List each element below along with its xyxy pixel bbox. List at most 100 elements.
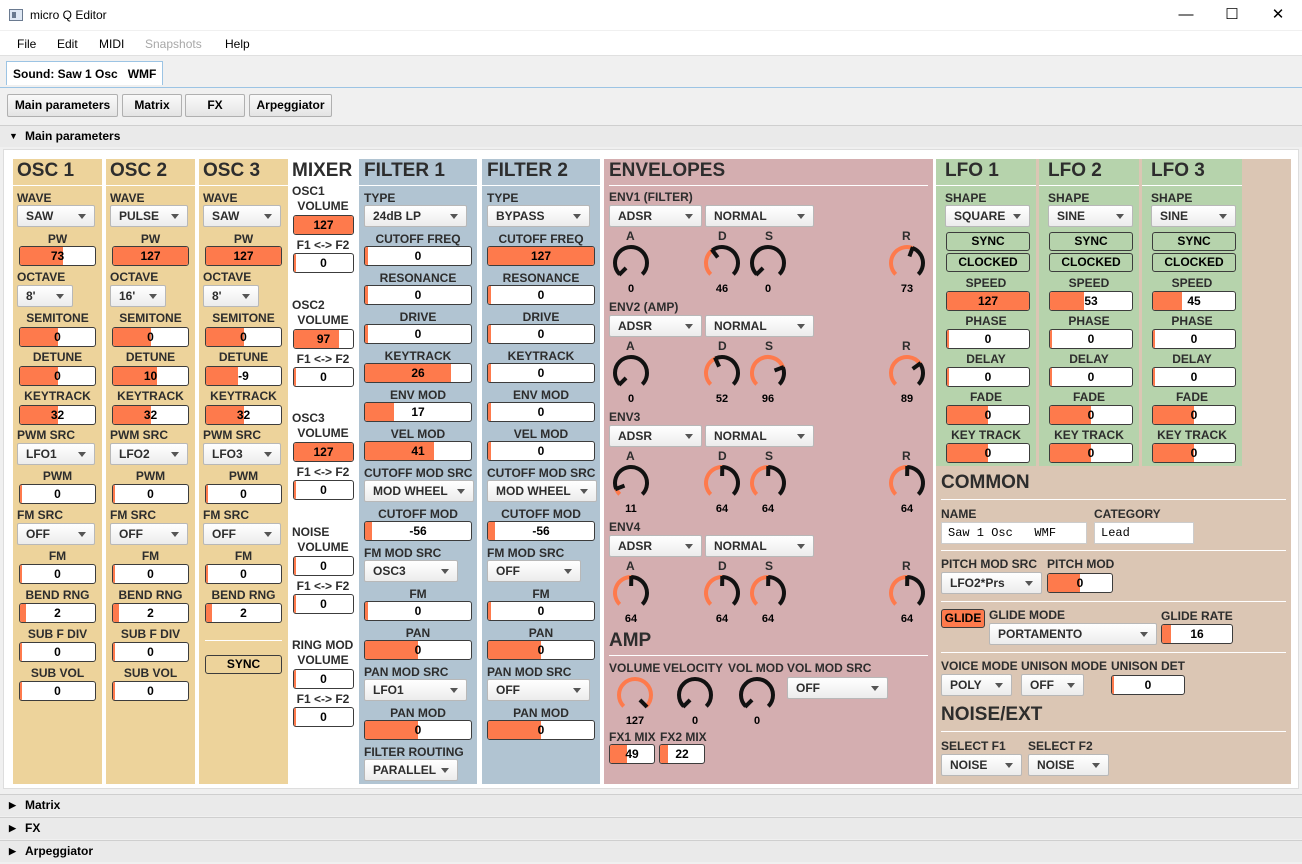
filter-cutoff-mod-src-select[interactable]: MOD WHEEL (487, 480, 597, 502)
mixer-f1-f2-field[interactable]: 0 (293, 594, 354, 614)
lfo-phase-field[interactable]: 0 (1049, 329, 1133, 349)
osc-wave-select[interactable]: SAW (17, 205, 95, 227)
glide-rate-field[interactable]: 16 (1161, 624, 1233, 644)
osc-octave-select[interactable]: 8' (17, 285, 73, 307)
unison-detune-field[interactable]: 0 (1111, 675, 1185, 695)
filter-cutoff-mod-src-select[interactable]: MOD WHEEL (364, 480, 474, 502)
env-trigger-select[interactable]: NORMAL (705, 315, 814, 337)
filter-pan-mod-src-select[interactable]: LFO1 (364, 679, 467, 701)
filter-fm-field[interactable]: 0 (364, 601, 472, 621)
osc-bend-range-field[interactable]: 2 (19, 603, 96, 623)
env-sustain-knob[interactable] (748, 353, 788, 393)
arpeggiator-button[interactable]: Arpeggiator (249, 94, 332, 117)
osc-fm-field[interactable]: 0 (205, 564, 282, 584)
filter-pan-mod-field[interactable]: 0 (487, 720, 595, 740)
osc-fm-field[interactable]: 0 (19, 564, 96, 584)
osc-keytrack-field[interactable]: 32 (205, 405, 282, 425)
lfo-fade-field[interactable]: 0 (1049, 405, 1133, 425)
osc-pw-field[interactable]: 127 (205, 246, 282, 266)
mixer-f1-f2-field[interactable]: 0 (293, 253, 354, 273)
osc-wave-select[interactable]: SAW (203, 205, 281, 227)
lfo-speed-field[interactable]: 53 (1049, 291, 1133, 311)
env-attack-knob[interactable] (611, 463, 651, 503)
env-mode-select[interactable]: ADSR (609, 205, 702, 227)
env-release-knob[interactable] (887, 243, 927, 283)
patch-name-input[interactable]: Saw 1 Osc WMF (941, 522, 1087, 544)
env-sustain-knob[interactable] (748, 463, 788, 503)
mixer-f1-f2-field[interactable]: 0 (293, 367, 354, 387)
fx-button[interactable]: FX (185, 94, 245, 117)
env-release-knob[interactable] (887, 463, 927, 503)
env-attack-knob[interactable] (611, 353, 651, 393)
mixer-volume-field[interactable]: 127 (293, 215, 354, 235)
env-sustain-knob[interactable] (748, 243, 788, 283)
filter-pan-mod-src-select[interactable]: OFF (487, 679, 590, 701)
env-decay-knob[interactable] (702, 353, 742, 393)
section-arpeggiator[interactable]: ▶ Arpeggiator (0, 840, 1302, 862)
lfo-delay-field[interactable]: 0 (946, 367, 1030, 387)
osc-fm-field[interactable]: 0 (112, 564, 189, 584)
filter-resonance-field[interactable]: 0 (364, 285, 472, 305)
voice-mode-select[interactable]: POLY (941, 674, 1012, 696)
env-trigger-select[interactable]: NORMAL (705, 425, 814, 447)
osc-pwm-src-select[interactable]: LFO1 (17, 443, 95, 465)
mixer-volume-field[interactable]: 97 (293, 329, 354, 349)
filter-cutoff-field[interactable]: 127 (487, 246, 595, 266)
env-mode-select[interactable]: ADSR (609, 535, 702, 557)
osc-detune-field[interactable]: 10 (112, 366, 189, 386)
osc-pw-field[interactable]: 127 (112, 246, 189, 266)
filter-fm-mod-src-select[interactable]: OFF (487, 560, 581, 582)
section-matrix[interactable]: ▶ Matrix (0, 794, 1302, 816)
osc-detune-field[interactable]: -9 (205, 366, 282, 386)
mixer-volume-field[interactable]: 127 (293, 442, 354, 462)
osc-semitone-field[interactable]: 0 (112, 327, 189, 347)
matrix-button[interactable]: Matrix (122, 94, 182, 117)
lfo-delay-field[interactable]: 0 (1152, 367, 1236, 387)
lfo-fade-field[interactable]: 0 (1152, 405, 1236, 425)
osc-keytrack-field[interactable]: 32 (19, 405, 96, 425)
filter-cutoff-field[interactable]: 0 (364, 246, 472, 266)
filter-drive-field[interactable]: 0 (364, 324, 472, 344)
pitch-mod-src-select[interactable]: LFO2*Prs (941, 572, 1042, 594)
osc-octave-select[interactable]: 8' (203, 285, 259, 307)
osc-sub-vol-field[interactable]: 0 (112, 681, 189, 701)
lfo-sync-toggle[interactable]: SYNC (1152, 232, 1236, 251)
osc-semitone-field[interactable]: 0 (19, 327, 96, 347)
osc-pwm-field[interactable]: 0 (19, 484, 96, 504)
lfo-phase-field[interactable]: 0 (946, 329, 1030, 349)
osc-pwm-field[interactable]: 0 (112, 484, 189, 504)
env-trigger-select[interactable]: NORMAL (705, 205, 814, 227)
lfo-key-track-field[interactable]: 0 (1152, 443, 1236, 463)
env-decay-knob[interactable] (702, 243, 742, 283)
vol-mod-src-select[interactable]: OFF (787, 677, 888, 699)
osc-sub-f-div-field[interactable]: 0 (19, 642, 96, 662)
filter-cutoff-mod-field[interactable]: -56 (364, 521, 472, 541)
env-mode-select[interactable]: ADSR (609, 315, 702, 337)
minimize-button[interactable]: — (1163, 0, 1209, 31)
osc-fm-src-select[interactable]: OFF (203, 523, 281, 545)
lfo-fade-field[interactable]: 0 (946, 405, 1030, 425)
lfo-phase-field[interactable]: 0 (1152, 329, 1236, 349)
lfo-shape-select[interactable]: SINE (1048, 205, 1133, 227)
osc-bend-range-field[interactable]: 2 (112, 603, 189, 623)
lfo-clocked-toggle[interactable]: CLOCKED (946, 253, 1030, 272)
mixer-volume-field[interactable]: 0 (293, 669, 354, 689)
osc-semitone-field[interactable]: 0 (205, 327, 282, 347)
filter-env-mod-field[interactable]: 0 (487, 402, 595, 422)
select-f2-select[interactable]: NOISE (1028, 754, 1109, 776)
lfo-shape-select[interactable]: SQUARE (945, 205, 1030, 227)
menu-help[interactable]: Help (225, 37, 250, 51)
osc-fm-src-select[interactable]: OFF (110, 523, 188, 545)
osc-pwm-field[interactable]: 0 (205, 484, 282, 504)
menu-edit[interactable]: Edit (57, 37, 78, 51)
fx2-mix-field[interactable]: 22 (659, 744, 705, 764)
osc-pw-field[interactable]: 73 (19, 246, 96, 266)
filter-keytrack-field[interactable]: 26 (364, 363, 472, 383)
lfo-clocked-toggle[interactable]: CLOCKED (1049, 253, 1133, 272)
osc-pwm-src-select[interactable]: LFO3 (203, 443, 281, 465)
env-attack-knob[interactable] (611, 573, 651, 613)
category-input[interactable]: Lead (1094, 522, 1194, 544)
mixer-volume-field[interactable]: 0 (293, 556, 354, 576)
filter-type-select[interactable]: 24dB LP (364, 205, 467, 227)
filter-keytrack-field[interactable]: 0 (487, 363, 595, 383)
